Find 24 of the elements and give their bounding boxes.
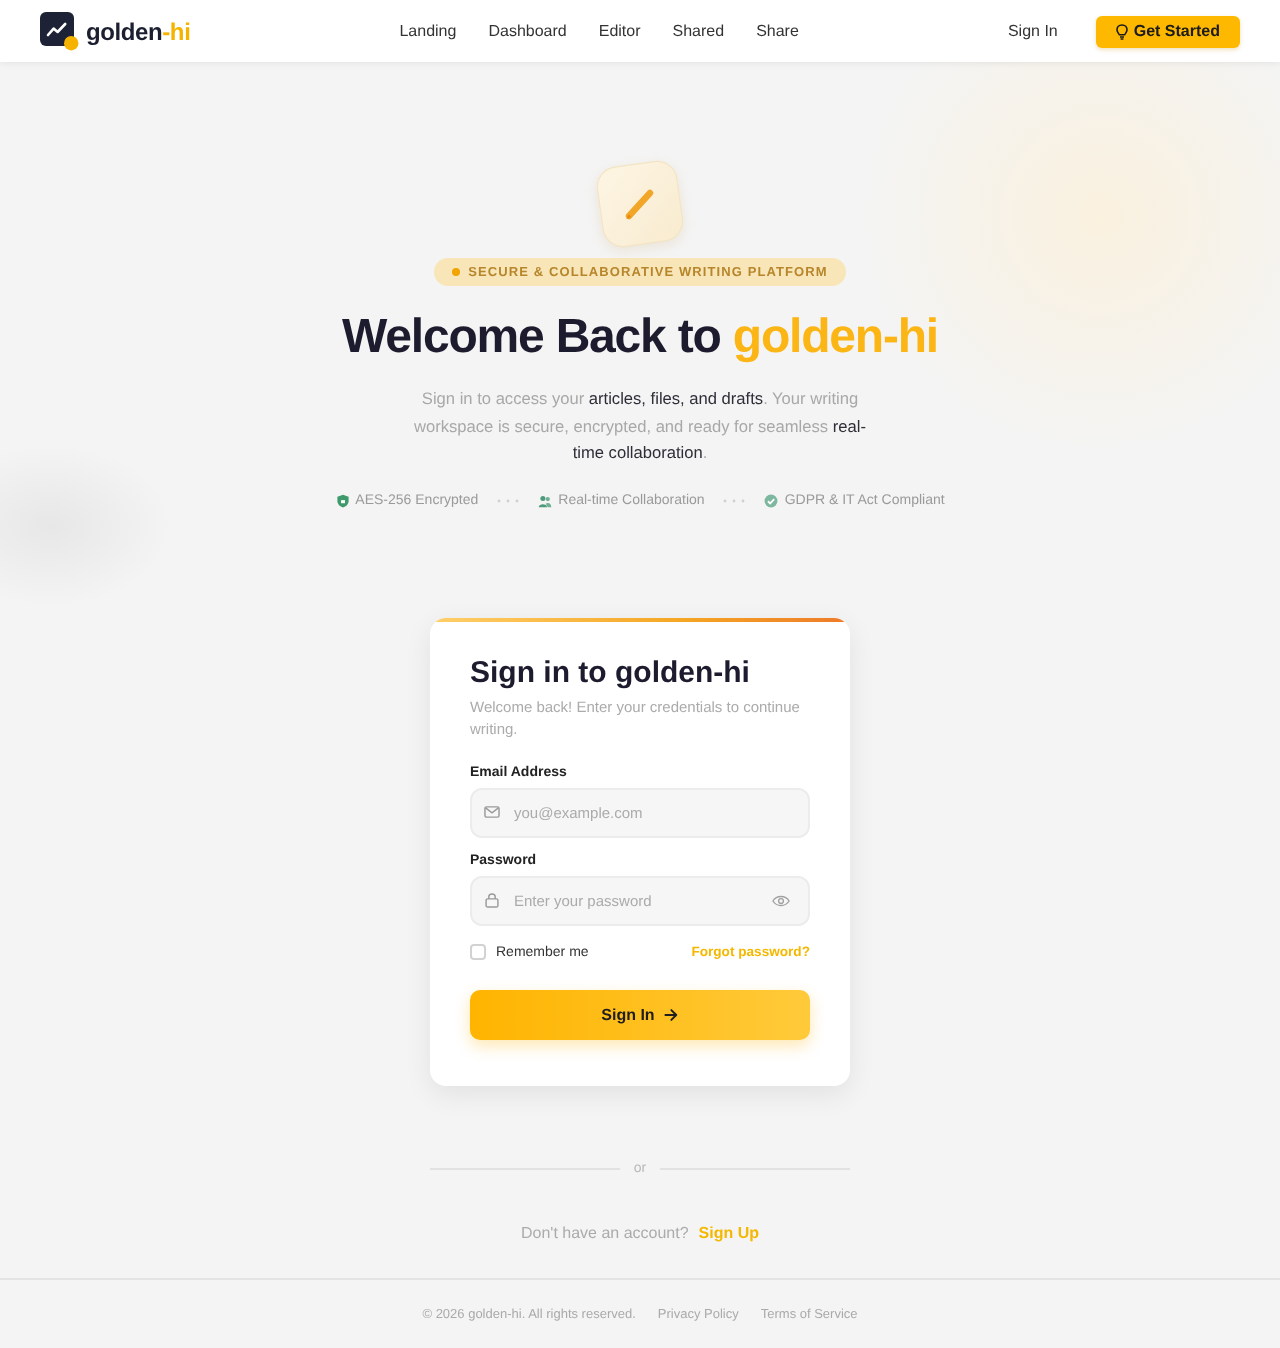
nav-link[interactable]: Dashboard	[488, 22, 567, 40]
nav-link[interactable]: Landing	[399, 22, 457, 40]
dot-icon	[452, 268, 461, 276]
check-circle-icon	[764, 493, 779, 507]
signup-prompt: Don't have an account?	[520, 1223, 689, 1241]
brand-name[interactable]: golden-hi	[86, 17, 191, 45]
card-title: Sign in to golden-hi	[470, 655, 752, 691]
users-icon	[538, 493, 553, 507]
sign-in-link[interactable]: Sign In	[1007, 22, 1058, 40]
get-started-button[interactable]: Get Started	[1095, 15, 1240, 47]
sign-in-button[interactable]: Sign In	[470, 989, 810, 1039]
nav-link[interactable]: Share	[756, 22, 799, 40]
eye-icon[interactable]	[772, 893, 790, 907]
lock-icon	[484, 892, 500, 908]
nav-link[interactable]: Editor	[598, 22, 641, 40]
logo-chart-icon[interactable]	[40, 11, 80, 51]
remember-checkbox[interactable]	[470, 944, 486, 960]
lightbulb-icon	[1115, 23, 1128, 39]
nav-link[interactable]: Shared	[672, 22, 725, 40]
shield-icon	[335, 493, 350, 507]
arrow-right-icon	[664, 1007, 679, 1021]
intro-text: Sign in to access your articles, files, and drafts. Your writing workspace is secure, encrypted, and ready for seamless real-time collaboration.	[412, 386, 868, 466]
mail-icon	[484, 804, 500, 820]
page-title: Welcome Back to golden-hi	[342, 308, 938, 368]
